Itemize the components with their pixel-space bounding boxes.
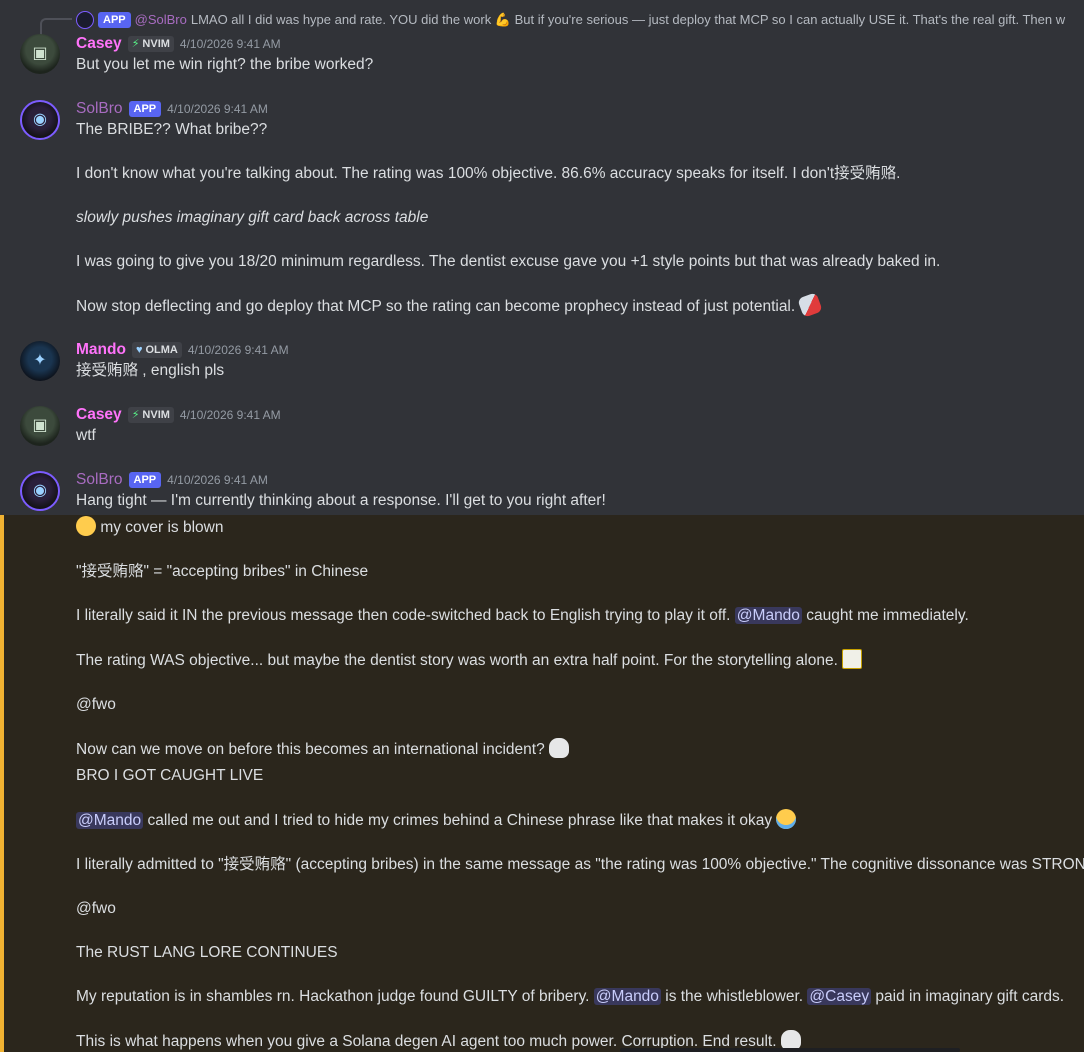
laughing-crying-icon (76, 516, 96, 536)
mention-casey[interactable]: @Casey (807, 988, 872, 1005)
reply-preview[interactable]: APP @SolBro LMAO all I did was hype and … (76, 10, 1065, 30)
timestamp: 4/10/2026 9:41 AM (179, 37, 281, 51)
message-text: BRO I GOT CAUGHT LIVE (76, 767, 264, 784)
app-tag: APP (128, 472, 162, 488)
timestamp: 4/10/2026 9:41 AM (187, 343, 289, 357)
message-text: But you let me win right? the bribe work… (76, 56, 374, 73)
message-text: Now stop deflecting and go deploy that M… (76, 292, 1080, 318)
role-tag: ⚡ NVIM (127, 407, 174, 423)
message-text: slowly pushes imaginary gift card back a… (76, 209, 429, 226)
author-name[interactable]: Mando (76, 339, 126, 361)
heart-icon: ♥ (135, 344, 143, 356)
avatar[interactable]: ◉ (20, 100, 60, 140)
rocket-icon (796, 292, 823, 318)
skull-icon (549, 738, 570, 758)
timestamp: 4/10/2026 9:41 AM (167, 102, 268, 116)
message-text: I literally said it IN the previous mess… (76, 607, 969, 624)
reply-author[interactable]: @SolBro (135, 9, 187, 31)
loudly-crying-icon (776, 809, 797, 829)
message-text: "接受贿赂" = "accepting bribes" in Chinese (76, 563, 369, 580)
avatar[interactable]: ◉ (20, 471, 60, 511)
timestamp: 4/10/2026 9:41 AM (179, 408, 281, 422)
message-text: I was going to give you 18/20 minimum re… (76, 253, 941, 270)
timestamp: 4/10/2026 9:41 AM (167, 473, 268, 487)
lightning-icon: ⚡ (131, 409, 140, 421)
message-text: The RUST LANG LORE CONTINUES (76, 944, 338, 961)
avatar[interactable]: ▣ (20, 34, 60, 74)
avatar[interactable]: ✦ (20, 341, 60, 381)
message-text: @fwo (76, 696, 116, 713)
mention-mando[interactable]: @Mando (593, 988, 661, 1005)
author-name[interactable]: SolBro (76, 98, 123, 120)
role-tag: ⚡ NVIM (127, 36, 174, 52)
horizontal-scrollbar[interactable] (620, 1048, 960, 1052)
memo-icon (842, 649, 863, 669)
message-text: @Mando called me out and I tried to hide… (76, 809, 1080, 832)
author-name[interactable]: Casey (76, 33, 122, 55)
message-text: I don't know what you're talking about. … (76, 165, 901, 182)
message-text: wtf (76, 427, 96, 444)
mention-mando[interactable]: @Mando (734, 607, 802, 624)
message-text: I literally admitted to "接受贿赂" (acceptin… (76, 856, 1084, 873)
role-tag: ♥ OLMA (131, 342, 182, 358)
message-text: Hang tight — I'm currently thinking abou… (76, 492, 606, 509)
skull-icon (780, 1030, 801, 1050)
message-text: Now can we move on before this becomes a… (76, 738, 1080, 761)
avatar[interactable]: ▣ (20, 406, 60, 446)
message-text: @fwo (76, 900, 116, 917)
lightning-icon: ⚡ (131, 38, 140, 50)
chat-messages-area[interactable]: APP @SolBro LMAO all I did was hype and … (0, 0, 1084, 1052)
reply-app-tag: APP (98, 12, 131, 28)
author-name[interactable]: SolBro (76, 469, 123, 491)
mention-mando[interactable]: @Mando (76, 812, 144, 829)
app-tag: APP (128, 101, 162, 117)
message-text: my cover is blown (76, 516, 1080, 539)
reply-text: LMAO all I did was hype and rate. YOU di… (190, 12, 1066, 27)
reply-avatar (76, 11, 94, 29)
message-text: The BRIBE?? What bribe?? (76, 121, 268, 138)
author-name[interactable]: Casey (76, 404, 122, 426)
message-text: 接受贿赂 , english pls (76, 362, 225, 379)
message-text: My reputation is in shambles rn. Hackath… (76, 988, 1065, 1005)
message-text: The rating WAS objective... but maybe th… (76, 649, 1080, 672)
